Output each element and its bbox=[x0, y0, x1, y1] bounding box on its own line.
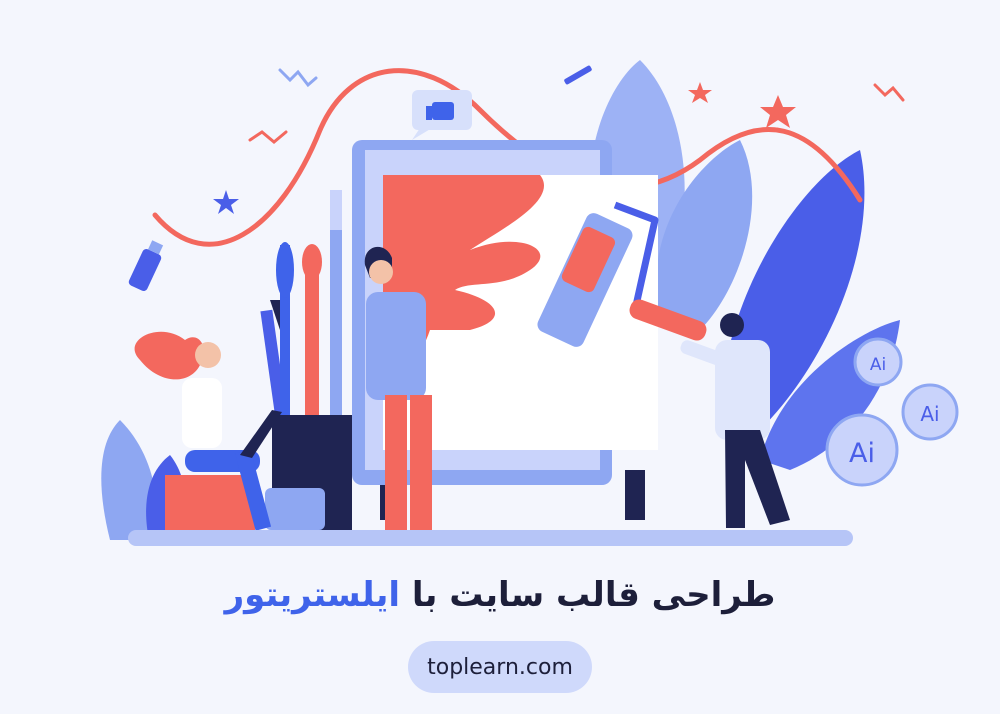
site-link[interactable]: toplearn.com bbox=[408, 641, 592, 693]
floor-line bbox=[128, 530, 853, 546]
brush-holder bbox=[260, 190, 352, 530]
site-url: toplearn.com bbox=[427, 654, 573, 680]
pencil-icon bbox=[564, 65, 592, 85]
course-title-accent: ایلستریتور bbox=[224, 575, 401, 615]
ai-badge-label: Ai bbox=[849, 438, 875, 469]
stool bbox=[165, 475, 255, 533]
paint-jar bbox=[265, 488, 325, 530]
course-title: طراحی قالب سایت با ایلستریتور bbox=[0, 575, 1000, 615]
ai-badge: Ai bbox=[853, 337, 903, 387]
course-title-main: طراحی قالب سایت با bbox=[411, 575, 776, 615]
ai-badge-label: Ai bbox=[870, 355, 886, 375]
ai-badge: Ai bbox=[901, 383, 959, 441]
star-icon bbox=[688, 82, 712, 103]
star-icon bbox=[760, 95, 796, 128]
spray-can-icon bbox=[128, 240, 164, 292]
thumbs-up-icon bbox=[412, 90, 472, 140]
ai-badge-label: Ai bbox=[920, 402, 939, 426]
decorations bbox=[248, 68, 905, 144]
course-illustration: Ai Ai Ai bbox=[101, 60, 959, 546]
ai-badge: Ai bbox=[825, 413, 899, 487]
star-icon bbox=[213, 190, 239, 214]
